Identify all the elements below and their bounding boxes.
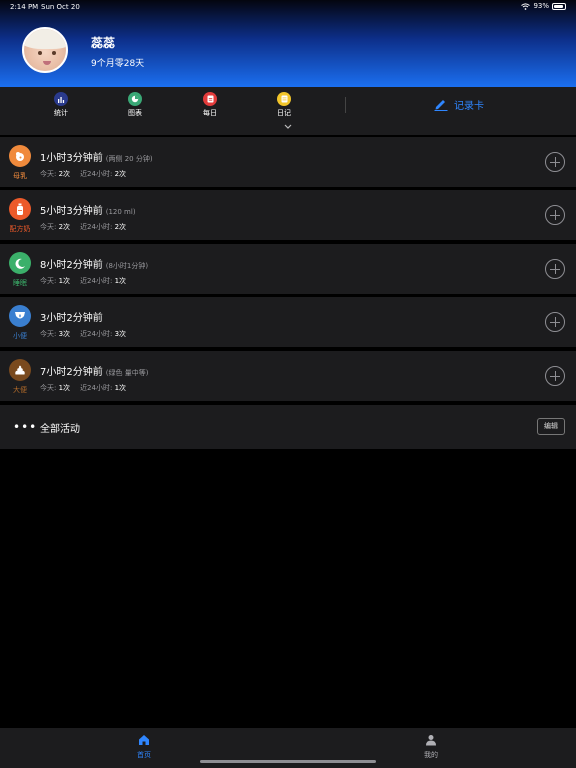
last24-label: 近24小时: [80,384,113,392]
today-count: 1次 [58,277,71,285]
activity-row-sleep[interactable]: 睡眠 8小时2分钟前 (8小时1分钟) 今天: 1次 近24小时: 1次 [0,244,576,294]
add-record-button[interactable] [545,152,565,172]
activity-type-label: 睡眠 [13,279,27,287]
last24-label: 近24小时: [80,223,113,231]
tool-label: 日记 [277,109,291,117]
battery-icon [552,2,566,10]
bottle-icon [9,198,31,220]
last24-count: 2次 [114,223,127,231]
record-card-button[interactable]: 记录卡 [434,97,484,112]
tool-chart[interactable]: 图表 [115,92,155,118]
add-record-button[interactable] [545,312,565,332]
activity-elapsed: 8小时2分钟前 [40,260,103,271]
activity-row-pee[interactable]: 小便 3小时2分钟前 今天: 3次 近24小时: 3次 [0,297,576,347]
chart-icon [128,92,142,106]
baby-name[interactable]: 蕊蕊 [91,34,115,51]
activity-detail: (绿色 量中等) [105,369,149,377]
activity-type-label: 大便 [13,386,27,394]
activity-elapsed: 3小时2分钟前 [40,313,103,324]
activity-detail: (120 ml) [105,208,136,216]
tab-home-label: 首页 [137,751,151,759]
toolbar-divider [345,97,346,113]
tool-diary[interactable]: 日记 [264,92,304,118]
tool-label: 每日 [203,109,217,117]
status-indicators: 93% [521,2,566,10]
last24-label: 近24小时: [80,330,113,338]
pencil-icon [434,100,448,111]
tab-home[interactable]: 首页 [124,734,164,760]
poop-icon [9,359,31,381]
status-date: Sun Oct 20 [41,3,80,11]
last24-count: 3次 [114,330,127,338]
baby-age: 9个月零28天 [91,59,145,69]
activity-stats: 今天: 2次 近24小时: 2次 [40,169,126,179]
tool-stats[interactable]: 统计 [41,92,81,118]
today-count: 2次 [58,223,71,231]
activity-time: 1小时3分钟前 (两侧 20 分钟) [40,149,153,164]
tool-label: 图表 [128,109,142,117]
add-record-button[interactable] [545,205,565,225]
quick-toolbar: 统计 图表 每日 日记 记录卡 [0,87,576,135]
profile-header: 2:14 PM Sun Oct 20 93% 蕊蕊 9个月零28天 [0,0,576,87]
today-label: 今天: [40,170,57,178]
activity-stats: 今天: 3次 近24小时: 3次 [40,329,126,339]
activity-detail: (两侧 20 分钟) [105,155,153,163]
activity-stats: 今天: 2次 近24小时: 2次 [40,222,126,232]
tab-mine-label: 我的 [424,751,438,759]
activity-elapsed: 1小时3分钟前 [40,153,103,164]
status-time: 2:14 PM [10,3,39,11]
all-activities-label: 全部活动 [40,424,80,435]
activity-elapsed: 7小时2分钟前 [40,367,103,378]
add-record-button[interactable] [545,259,565,279]
last24-count: 1次 [114,384,127,392]
activity-type-label: 配方奶 [9,225,31,233]
diaper-wet-icon [9,305,31,327]
more-icon: ••• [13,420,38,434]
activity-stats: 今天: 1次 近24小时: 1次 [40,276,126,286]
person-icon [426,735,436,746]
battery-percent: 93% [533,2,549,10]
chevron-down-icon[interactable] [282,123,294,131]
activity-row-poop[interactable]: 大便 7小时2分钟前 (绿色 量中等) 今天: 1次 近24小时: 1次 [0,351,576,401]
today-count: 3次 [58,330,71,338]
today-count: 2次 [58,170,71,178]
daily-icon [203,92,217,106]
today-label: 今天: [40,223,57,231]
activity-row-formula[interactable]: 配方奶 5小时3分钟前 (120 ml) 今天: 2次 近24小时: 2次 [0,190,576,240]
last24-count: 1次 [114,277,127,285]
last24-label: 近24小时: [80,277,113,285]
tab-mine[interactable]: 我的 [411,734,451,760]
today-label: 今天: [40,384,57,392]
today-count: 1次 [58,384,71,392]
moon-icon [9,252,31,274]
activity-elapsed: 5小时3分钟前 [40,206,103,217]
stats-icon [54,92,68,106]
today-label: 今天: [40,330,57,338]
last24-label: 近24小时: [80,170,113,178]
activity-row-breastfeeding[interactable]: 母乳 1小时3分钟前 (两侧 20 分钟) 今天: 2次 近24小时: 2次 [0,137,576,187]
home-icon [139,735,149,745]
tool-label: 统计 [54,109,68,117]
baby-avatar[interactable] [22,27,68,73]
status-bar: 2:14 PM Sun Oct 20 93% [0,0,576,14]
home-indicator [200,760,376,763]
all-activities-row[interactable]: ••• 全部活动 编辑 [0,405,576,449]
add-record-button[interactable] [545,366,565,386]
diary-icon [277,92,291,106]
today-label: 今天: [40,277,57,285]
breastfeeding-icon [9,145,31,167]
activity-stats: 今天: 1次 近24小时: 1次 [40,383,126,393]
activity-time: 8小时2分钟前 (8小时1分钟) [40,256,148,271]
activity-type-label: 小便 [13,332,27,340]
wifi-icon [521,2,531,10]
activity-time: 5小时3分钟前 (120 ml) [40,202,136,217]
activity-detail: (8小时1分钟) [105,262,149,270]
record-card-label: 记录卡 [454,101,484,112]
edit-button[interactable]: 编辑 [537,418,565,435]
last24-count: 2次 [114,170,127,178]
activity-time: 3小时2分钟前 [40,309,106,324]
activity-type-label: 母乳 [13,172,27,180]
activity-time: 7小时2分钟前 (绿色 量中等) [40,363,148,378]
tool-daily[interactable]: 每日 [190,92,230,118]
